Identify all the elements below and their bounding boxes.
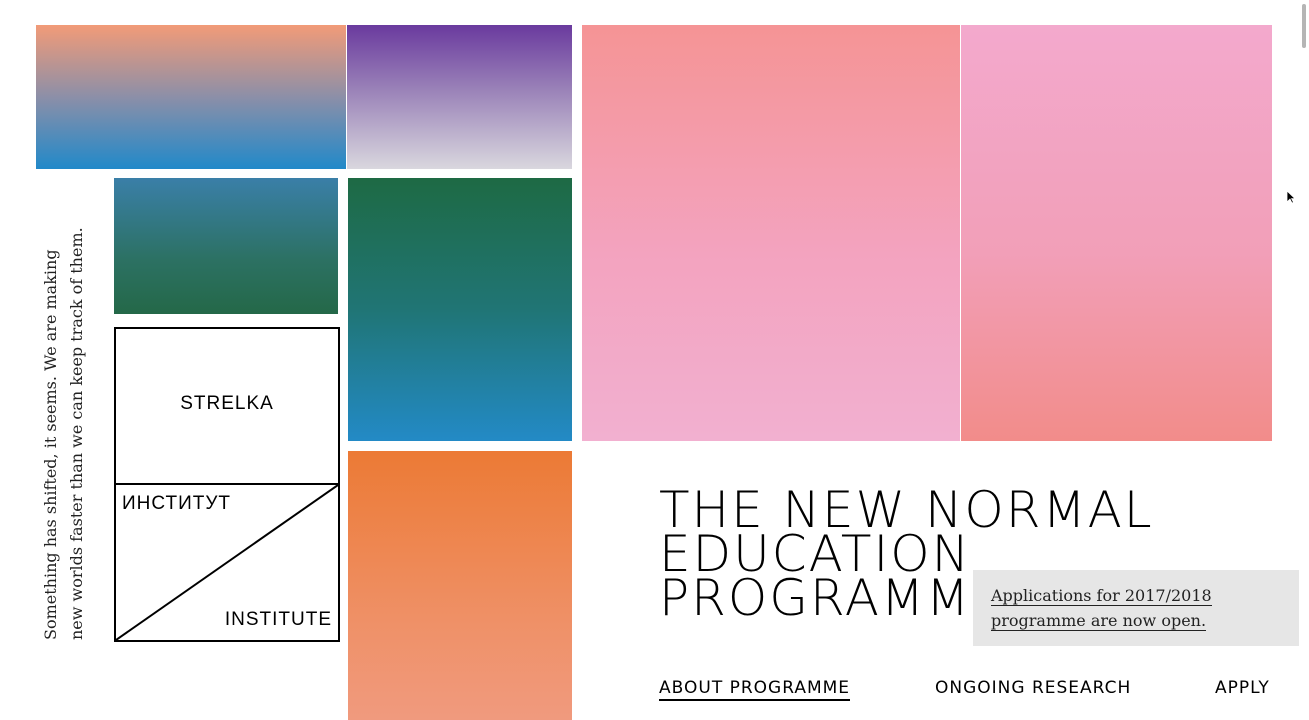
- applications-notice[interactable]: Applications for 2017/2018 programme are…: [973, 570, 1299, 646]
- scrollbar[interactable]: [1299, 0, 1309, 720]
- logo-word-strelka: STRELKA: [180, 393, 274, 414]
- notice-line-1[interactable]: Applications for 2017/2018: [991, 586, 1212, 606]
- gradient-tile-coral-pink: [582, 25, 960, 441]
- scrollbar-thumb[interactable]: [1302, 4, 1306, 48]
- nav-apply[interactable]: APPLY: [1215, 678, 1270, 698]
- mouse-pointer-icon: [1286, 190, 1296, 204]
- strelka-logo[interactable]: STRELKA ИНСТИТУТ INSTITUTE: [114, 327, 340, 642]
- page: Something has shifted, it seems. We are …: [0, 0, 1309, 720]
- gradient-tile-orange: [348, 451, 572, 720]
- tagline-line-2: new worlds faster than we can keep track…: [67, 227, 86, 640]
- gradient-tile-green-blue: [348, 178, 572, 441]
- gradient-tile-peach-blue: [36, 25, 346, 169]
- nav-ongoing-research[interactable]: ONGOING RESEARCH: [935, 678, 1131, 698]
- gradient-tile-purple-grey: [347, 25, 572, 169]
- tagline: Something has shifted, it seems. We are …: [38, 180, 90, 640]
- logo-word-institute: INSTITUTE: [224, 609, 332, 630]
- gradient-tile-blue-green: [114, 178, 338, 314]
- nav-about-programme[interactable]: ABOUT PROGRAMME: [659, 678, 851, 701]
- tagline-line-1: Something has shifted, it seems. We are …: [41, 249, 60, 640]
- gradient-tile-pink-coral: [961, 25, 1272, 441]
- notice-line-2[interactable]: programme are now open.: [991, 611, 1207, 631]
